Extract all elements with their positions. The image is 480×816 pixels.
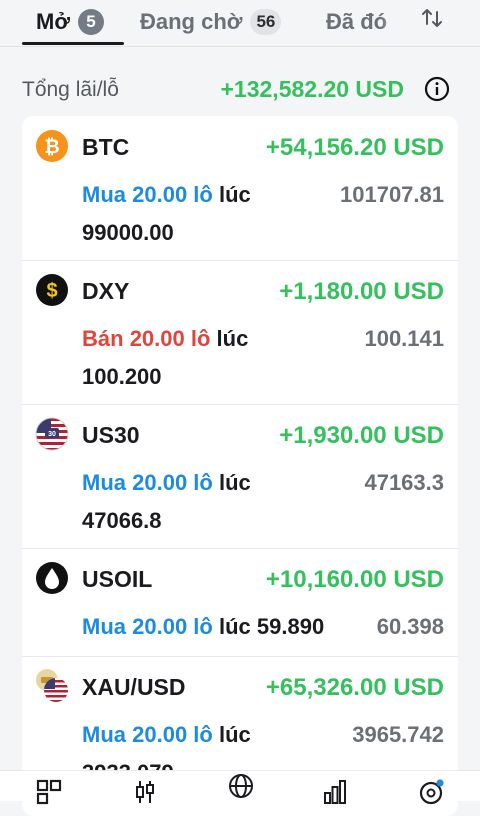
- position-symbol: BTC: [82, 134, 130, 160]
- position-lots: 20.00 lô: [132, 614, 213, 639]
- profile-notification-icon[interactable]: [418, 779, 444, 805]
- position-lots: 20.00 lô: [129, 326, 211, 351]
- position-symbol: USOIL: [82, 566, 153, 592]
- svg-text:$: $: [46, 280, 57, 302]
- tab-open-label: Mở: [36, 9, 70, 34]
- position-description: Mua 20.00 lô lúc 47066.8: [82, 464, 312, 540]
- bottom-navigation: [0, 770, 480, 805]
- position-side: Mua: [82, 722, 126, 747]
- position-row-us30[interactable]: 30 US30 +1,930.00 USD Mua 20.00 lô lúc 4…: [22, 404, 458, 549]
- active-tab-indicator: [22, 42, 124, 45]
- position-pnl: +54,156.20 USD: [265, 134, 444, 161]
- position-side: Mua: [82, 182, 126, 207]
- position-pnl: +10,160.00 USD: [265, 566, 444, 593]
- sort-icon[interactable]: [420, 6, 444, 30]
- positions-list: ₿ BTC +54,156.20 USD Mua 20.00 lô lúc 99…: [22, 116, 458, 816]
- position-row-btc[interactable]: ₿ BTC +54,156.20 USD Mua 20.00 lô lúc 99…: [22, 116, 458, 261]
- oil-drop-icon: [36, 562, 68, 594]
- tab-pending[interactable]: Đang chờ 56: [140, 0, 282, 44]
- bitcoin-icon: ₿: [36, 130, 68, 162]
- position-symbol: DXY: [82, 278, 130, 304]
- total-pnl-label: Tổng lãi/lỗ: [22, 78, 119, 101]
- svg-text:30: 30: [48, 431, 56, 438]
- total-pnl-summary: Tổng lãi/lỗ +132,582.20 USD: [0, 70, 480, 110]
- position-at-word: lúc: [218, 614, 251, 639]
- position-open-price: 100.200: [82, 364, 162, 389]
- dashboard-icon[interactable]: [36, 779, 62, 805]
- info-icon[interactable]: [424, 76, 450, 102]
- position-lots: 20.00 lô: [132, 470, 213, 495]
- position-at-word: lúc: [218, 182, 251, 207]
- position-symbol: US30: [82, 422, 140, 448]
- position-open-price: 47066.8: [82, 508, 162, 533]
- position-current-price: 60.398: [376, 614, 444, 639]
- position-current-price: 3965.742: [352, 722, 444, 747]
- tab-open[interactable]: Mở 5: [36, 0, 104, 44]
- globe-icon[interactable]: [228, 773, 254, 799]
- bar-chart-icon[interactable]: [322, 779, 348, 805]
- position-description: Mua 20.00 lô lúc 99000.00: [82, 176, 312, 252]
- position-row-dxy[interactable]: $ DXY +1,180.00 USD Bán 20.00 lô lúc 100…: [22, 260, 458, 405]
- tab-closed[interactable]: Đã đó: [326, 0, 387, 44]
- position-pnl: +1,180.00 USD: [279, 278, 444, 305]
- position-description: Bán 20.00 lô lúc 100.200: [82, 320, 312, 396]
- position-at-word: lúc: [216, 326, 249, 351]
- total-pnl-value: +132,582.20 USD: [220, 76, 405, 102]
- candlestick-icon[interactable]: [132, 779, 158, 805]
- dollar-icon: $: [36, 274, 68, 306]
- tabs-fade: [380, 0, 410, 44]
- position-symbol: XAU/USD: [82, 674, 186, 700]
- position-lots: 20.00 lô: [132, 722, 213, 747]
- tab-pending-count-badge: 56: [250, 9, 282, 35]
- svg-text:₿: ₿: [44, 137, 59, 158]
- position-lots: 20.00 lô: [132, 182, 213, 207]
- position-side: Mua: [82, 614, 126, 639]
- position-open-price: 99000.00: [82, 220, 174, 245]
- position-at-word: lúc: [218, 470, 251, 495]
- us-flag-icon: 30: [35, 417, 69, 451]
- position-side: Mua: [82, 470, 126, 495]
- position-pnl: +65,326.00 USD: [265, 674, 444, 701]
- tab-open-count-badge: 5: [77, 9, 104, 35]
- position-row-usoil[interactable]: USOIL +10,160.00 USD Mua 20.00 lô lúc 59…: [22, 548, 458, 657]
- positions-tabs: Mở 5 Đang chờ 56 Đã đó: [0, 0, 480, 47]
- gold-us-flag-icon: [36, 669, 68, 702]
- position-at-word: lúc: [218, 722, 251, 747]
- tab-closed-label: Đã đó: [326, 9, 388, 34]
- position-pnl: +1,930.00 USD: [279, 422, 444, 449]
- position-current-price: 100.141: [364, 326, 444, 351]
- position-side: Bán: [82, 326, 124, 351]
- position-description: Mua 20.00 lô lúc 59.890: [82, 608, 382, 646]
- position-open-price: 59.890: [256, 614, 325, 639]
- tab-pending-label: Đang chờ: [140, 9, 243, 34]
- position-current-price: 101707.81: [340, 182, 444, 207]
- position-current-price: 47163.3: [364, 470, 444, 495]
